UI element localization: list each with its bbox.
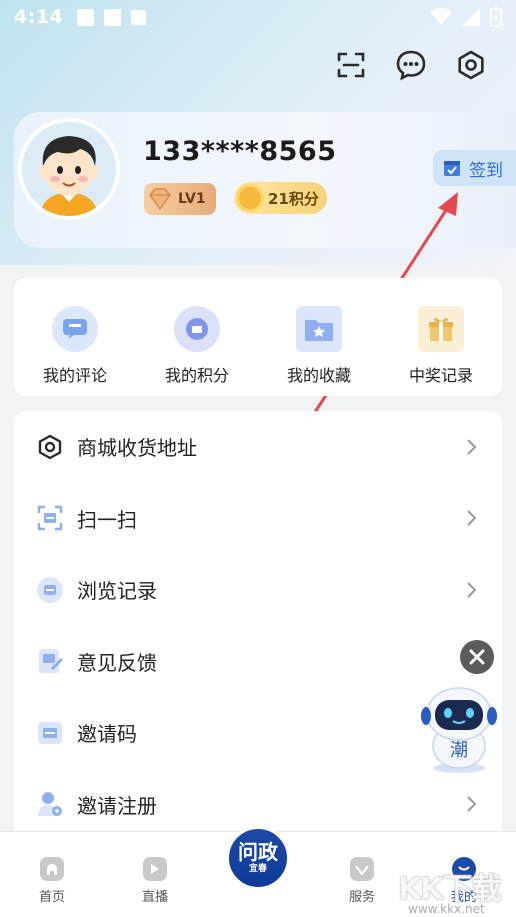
battery-icon <box>490 7 502 27</box>
tab-label: 服务 <box>348 890 375 905</box>
settings-icon <box>458 50 484 80</box>
sign-in-button[interactable]: 签到 <box>433 150 516 186</box>
quick-my-favorites[interactable]: 我的收藏 <box>258 278 380 396</box>
menu-label: 邀请码 <box>77 722 137 747</box>
menu-label: 商城收货地址 <box>77 436 197 461</box>
tab-live[interactable]: 直播 <box>115 832 195 917</box>
quick-my-comments[interactable]: 我的评论 <box>14 278 136 396</box>
menu-label: 意见反馈 <box>77 650 157 675</box>
coin-icon <box>236 184 264 212</box>
avatar[interactable] <box>18 118 120 220</box>
header-actions <box>334 48 488 82</box>
tab-home[interactable]: 首页 <box>12 832 92 917</box>
level-label: LV1 <box>178 191 206 207</box>
points-badge[interactable]: 21积分 <box>234 182 327 214</box>
settings-button[interactable] <box>454 48 488 82</box>
watermark: KK下载 www.kkx.net <box>398 860 516 917</box>
quick-label: 我的评论 <box>42 366 107 385</box>
points-icon <box>174 306 220 352</box>
gift-icon <box>418 306 464 352</box>
quick-label: 我的积分 <box>164 366 229 385</box>
chevron-right-icon <box>467 439 477 455</box>
menu-browsing-history[interactable]: 浏览记录 <box>14 554 502 626</box>
play-icon <box>143 857 167 881</box>
feedback-icon <box>36 647 64 675</box>
service-icon <box>350 857 374 881</box>
message-button[interactable] <box>394 48 428 82</box>
robot-assistant[interactable]: 潮 <box>414 686 504 774</box>
calendar-check-icon <box>444 161 460 176</box>
invite-register-icon <box>36 790 64 818</box>
quick-label: 我的收藏 <box>286 366 351 385</box>
menu-label: 浏览记录 <box>77 579 157 604</box>
history-icon <box>36 576 64 604</box>
chevron-right-icon <box>467 796 477 812</box>
notification-icon <box>104 8 122 26</box>
user-phone: 133****8565 <box>143 136 337 167</box>
menu-invite-register[interactable]: 邀请注册 <box>14 769 502 832</box>
menu-shipping-address[interactable]: 商城收货地址 <box>14 411 502 483</box>
tab-label: 直播 <box>141 890 168 905</box>
chevron-right-icon <box>467 510 477 526</box>
robot-mascot-icon: 潮 <box>421 687 497 773</box>
status-bar: 4:14 <box>0 0 516 34</box>
level-badge[interactable]: LV1 <box>144 183 216 215</box>
scan-button[interactable] <box>334 48 368 82</box>
gallery-notification-icon <box>77 8 95 26</box>
app-notification-icon <box>131 9 147 25</box>
hexagon-icon <box>36 433 64 461</box>
chevron-right-icon <box>467 582 477 598</box>
comment-icon <box>52 306 98 352</box>
quick-my-points[interactable]: 我的积分 <box>136 278 258 396</box>
menu-label: 邀请注册 <box>77 793 157 818</box>
robot-label: 潮 <box>450 740 468 761</box>
menu-label: 扫一扫 <box>77 507 137 532</box>
quick-label: 中奖记录 <box>408 366 473 385</box>
favorite-folder-icon <box>296 306 342 352</box>
scan-icon <box>337 52 365 78</box>
cartoon-avatar-icon <box>22 122 116 216</box>
quick-prize-records[interactable]: 中奖记录 <box>380 278 502 396</box>
close-icon <box>469 649 485 665</box>
tab-label: 首页 <box>38 890 65 905</box>
invite-code-icon <box>36 719 64 747</box>
scan-icon <box>36 504 64 532</box>
watermark-url: www.kkx.net <box>408 902 485 916</box>
home-icon <box>40 857 64 881</box>
quick-actions: 我的评论 我的积分 我的收藏 中奖记录 <box>14 278 502 396</box>
wifi-icon <box>430 8 452 25</box>
signal-icon <box>462 8 480 26</box>
points-label: 21积分 <box>268 189 319 208</box>
center-logo-button[interactable]: 问政 宜春 <box>226 826 290 890</box>
tab-service[interactable]: 服务 <box>322 832 402 917</box>
message-icon <box>396 50 426 81</box>
center-logo-text: 问政 <box>238 840 278 864</box>
sign-in-label: 签到 <box>469 160 503 181</box>
menu-scan[interactable]: 扫一扫 <box>14 483 502 555</box>
gem-icon <box>149 188 171 211</box>
close-floating-button[interactable] <box>460 640 494 674</box>
status-time: 4:14 <box>14 6 64 28</box>
center-logo-sub: 宜春 <box>248 864 267 874</box>
